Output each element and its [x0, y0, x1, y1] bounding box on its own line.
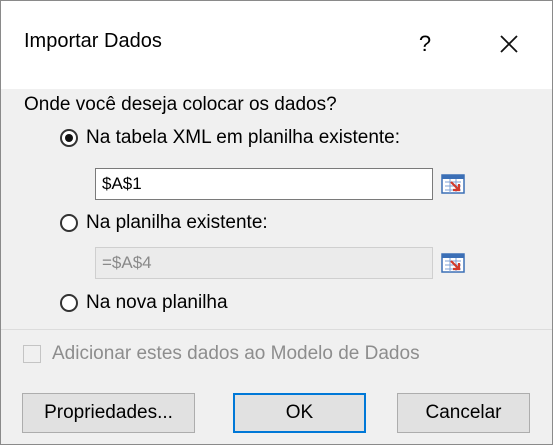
option-new-sheet-label: Na nova planilha — [86, 292, 228, 313]
option-xml-table-existing-label: Na tabela XML em planilha existente: — [86, 127, 401, 148]
dialog-title: Importar Dados — [24, 30, 162, 52]
collapse-dialog-icon — [441, 253, 465, 273]
properties-button[interactable]: Propriedades... — [22, 393, 195, 433]
existing-sheet-range-input: =$A$4 — [95, 247, 433, 279]
import-data-dialog: Importar Dados ? Onde você deseja coloca… — [0, 0, 553, 445]
help-button[interactable]: ? — [396, 15, 454, 73]
existing-sheet-range-collapse-button[interactable] — [438, 248, 468, 278]
data-model-checkbox — [23, 345, 41, 363]
option-existing-sheet[interactable]: Na planilha existente: — [60, 212, 268, 234]
xml-table-range-collapse-button[interactable] — [438, 169, 468, 199]
title-bar: Importar Dados ? — [1, 1, 552, 89]
radio-existing-sheet[interactable] — [60, 214, 78, 232]
xml-table-range-input[interactable]: $A$1 — [95, 168, 433, 200]
cancel-button[interactable]: Cancelar — [397, 393, 530, 433]
option-existing-sheet-label: Na planilha existente: — [86, 212, 268, 233]
close-button[interactable] — [479, 15, 539, 73]
ok-button[interactable]: OK — [233, 393, 366, 433]
option-new-sheet[interactable]: Na nova planilha — [60, 292, 228, 314]
radio-xml-table-existing[interactable] — [60, 129, 78, 147]
radio-new-sheet[interactable] — [60, 294, 78, 312]
destination-question: Onde você deseja colocar os dados? — [24, 94, 337, 115]
close-icon — [500, 35, 518, 53]
data-model-checkbox-row: Adicionar estes dados ao Modelo de Dados — [23, 343, 420, 365]
data-model-checkbox-label: Adicionar estes dados ao Modelo de Dados — [52, 343, 420, 364]
option-xml-table-existing[interactable]: Na tabela XML em planilha existente: — [60, 127, 400, 149]
help-icon: ? — [418, 31, 432, 56]
collapse-dialog-icon — [441, 174, 465, 194]
divider — [1, 329, 552, 330]
